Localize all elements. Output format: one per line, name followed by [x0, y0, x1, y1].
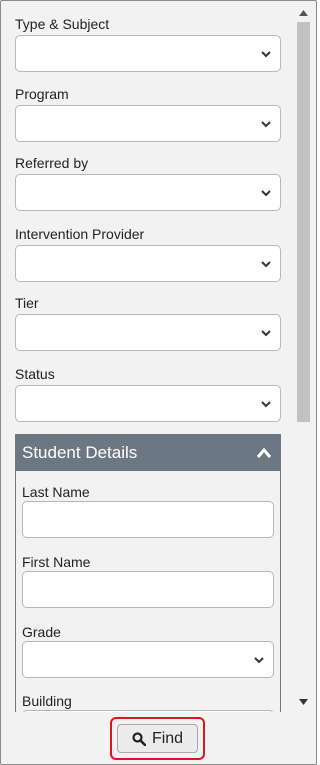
first-name-label: First Name: [22, 554, 91, 570]
search-icon: [132, 731, 146, 746]
last-name-input[interactable]: [22, 501, 274, 538]
last-name-label: Last Name: [22, 484, 90, 500]
referred-by-select[interactable]: [15, 174, 281, 211]
chevron-down-icon: [261, 261, 271, 268]
action-bar: Find: [2, 712, 316, 764]
program-select[interactable]: [15, 105, 281, 142]
chevron-down-icon: [261, 190, 271, 197]
intervention-provider-label: Intervention Provider: [15, 226, 145, 242]
chevron-down-icon: [261, 401, 271, 408]
grade-label: Grade: [22, 624, 61, 640]
filter-panel: Type & Subject Program Referred by Inter…: [4, 4, 294, 712]
type-subject-select[interactable]: [15, 35, 281, 72]
status-label: Status: [15, 366, 55, 382]
student-details-header[interactable]: Student Details: [16, 435, 280, 471]
find-button-highlight: Find: [110, 717, 205, 760]
tier-select[interactable]: [15, 314, 281, 351]
filter-window: Type & Subject Program Referred by Inter…: [0, 0, 317, 765]
building-label: Building: [22, 693, 72, 709]
find-button-label: Find: [151, 729, 184, 747]
student-details-section: Student Details Last Name First Name Gra…: [15, 434, 281, 712]
scrollbar-thumb[interactable]: [297, 22, 310, 422]
chevron-up-icon[interactable]: [256, 447, 272, 459]
program-label: Program: [15, 86, 69, 102]
chevron-down-icon: [261, 51, 271, 58]
first-name-input[interactable]: [22, 571, 274, 608]
grade-select[interactable]: [22, 641, 274, 678]
intervention-provider-select[interactable]: [15, 245, 281, 282]
student-details-title: Student Details: [22, 443, 138, 462]
vertical-scrollbar[interactable]: [295, 4, 312, 712]
chevron-down-icon: [254, 657, 264, 664]
scroll-up-arrow-icon[interactable]: [299, 10, 308, 16]
find-button[interactable]: Find: [117, 724, 198, 753]
chevron-down-icon: [261, 330, 271, 337]
referred-by-label: Referred by: [15, 155, 89, 171]
type-subject-label: Type & Subject: [15, 16, 110, 32]
scroll-down-arrow-icon[interactable]: [299, 699, 308, 705]
status-select[interactable]: [15, 385, 281, 422]
tier-label: Tier: [15, 295, 39, 311]
chevron-down-icon: [261, 121, 271, 128]
